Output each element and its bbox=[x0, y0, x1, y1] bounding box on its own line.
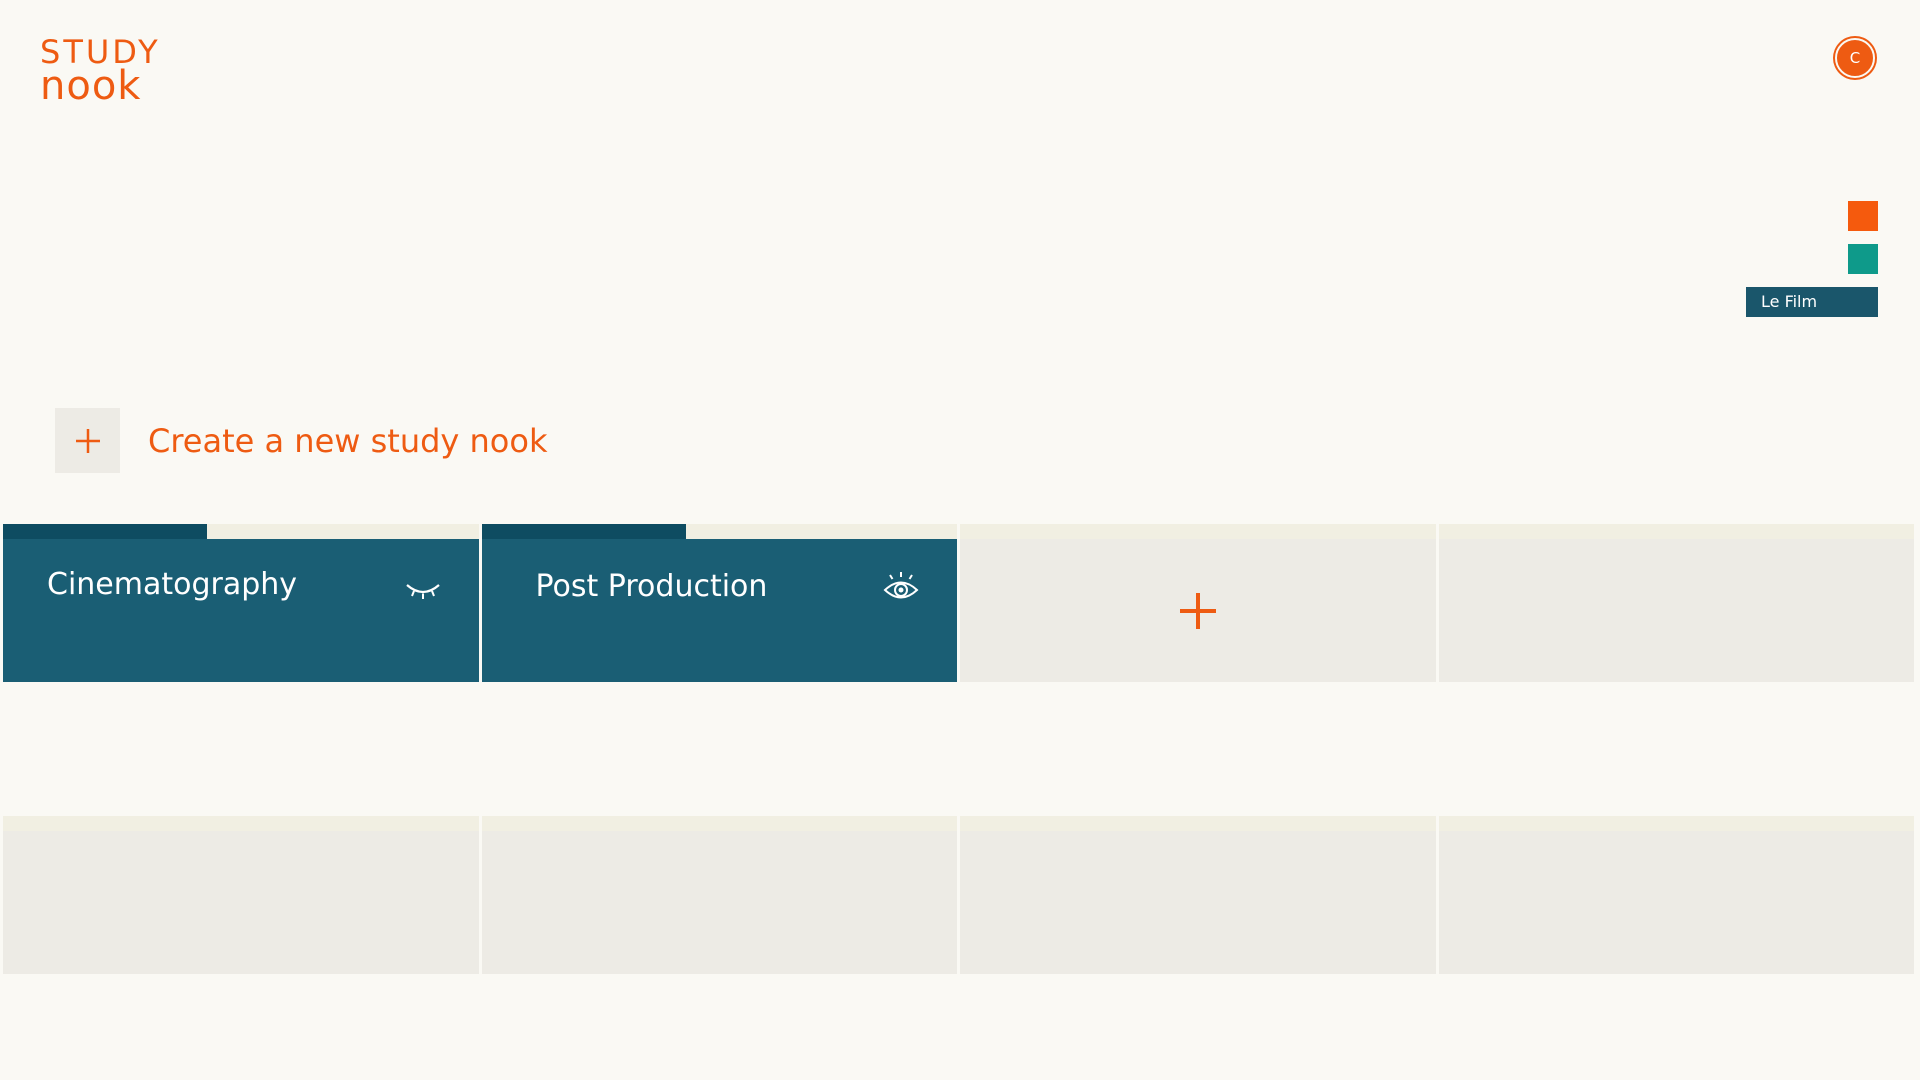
nook-tile[interactable]: Post Production bbox=[481, 524, 957, 682]
tile-body: Cinematography bbox=[3, 539, 479, 682]
tile-progress-track bbox=[481, 524, 957, 539]
avatar-initial: C bbox=[1849, 49, 1861, 67]
logo[interactable]: STUDY nook bbox=[40, 36, 161, 106]
empty-nook-tile bbox=[481, 816, 958, 974]
nook-grid-row-1: Cinematography Post Production bbox=[3, 524, 1914, 682]
empty-nook-tile bbox=[1438, 816, 1915, 974]
create-nook-button[interactable]: Create a new study nook bbox=[55, 408, 547, 473]
tile-body bbox=[960, 539, 1436, 682]
tile-body bbox=[960, 831, 1436, 974]
color-swatch-teal[interactable] bbox=[1848, 244, 1878, 274]
tile-body bbox=[1439, 831, 1915, 974]
nook-title: Post Production bbox=[535, 569, 768, 604]
tile-top-strip bbox=[1438, 816, 1914, 831]
plus-icon bbox=[75, 428, 100, 453]
eye-open-icon[interactable] bbox=[881, 569, 921, 609]
empty-nook-tile bbox=[960, 816, 1436, 974]
film-tag-label: Le Film bbox=[1761, 292, 1818, 311]
tile-top-strip bbox=[3, 816, 479, 831]
tile-top-strip bbox=[960, 816, 1436, 831]
film-tag[interactable]: Le Film bbox=[1746, 287, 1878, 317]
nook-tile[interactable]: Cinematography bbox=[3, 524, 479, 682]
create-nook-label: Create a new study nook bbox=[148, 421, 548, 460]
tile-body bbox=[1439, 539, 1915, 682]
tile-body: Post Production bbox=[481, 539, 957, 682]
eye-closed-icon[interactable] bbox=[403, 569, 443, 609]
nook-grid-row-2 bbox=[3, 816, 1914, 974]
plus-icon bbox=[1179, 592, 1216, 629]
page: STUDY nook C Le Film Create a new study … bbox=[0, 0, 1920, 1080]
empty-nook-tile bbox=[3, 816, 479, 974]
color-swatch-orange[interactable] bbox=[1848, 201, 1878, 231]
tile-top-strip bbox=[481, 816, 957, 831]
tile-body bbox=[3, 831, 479, 974]
avatar[interactable]: C bbox=[1835, 38, 1875, 78]
nook-title: Cinematography bbox=[47, 567, 298, 602]
tile-top-strip bbox=[1438, 524, 1914, 539]
tile-progress-bar bbox=[481, 524, 686, 539]
tile-progress-track bbox=[3, 524, 479, 539]
tile-body bbox=[482, 831, 958, 974]
tile-top-strip bbox=[960, 524, 1436, 539]
empty-nook-tile bbox=[1438, 524, 1915, 682]
tile-progress-bar bbox=[3, 524, 208, 539]
logo-line2: nook bbox=[40, 63, 142, 109]
add-nook-tile[interactable] bbox=[960, 524, 1436, 682]
create-plus-box[interactable] bbox=[55, 408, 120, 473]
